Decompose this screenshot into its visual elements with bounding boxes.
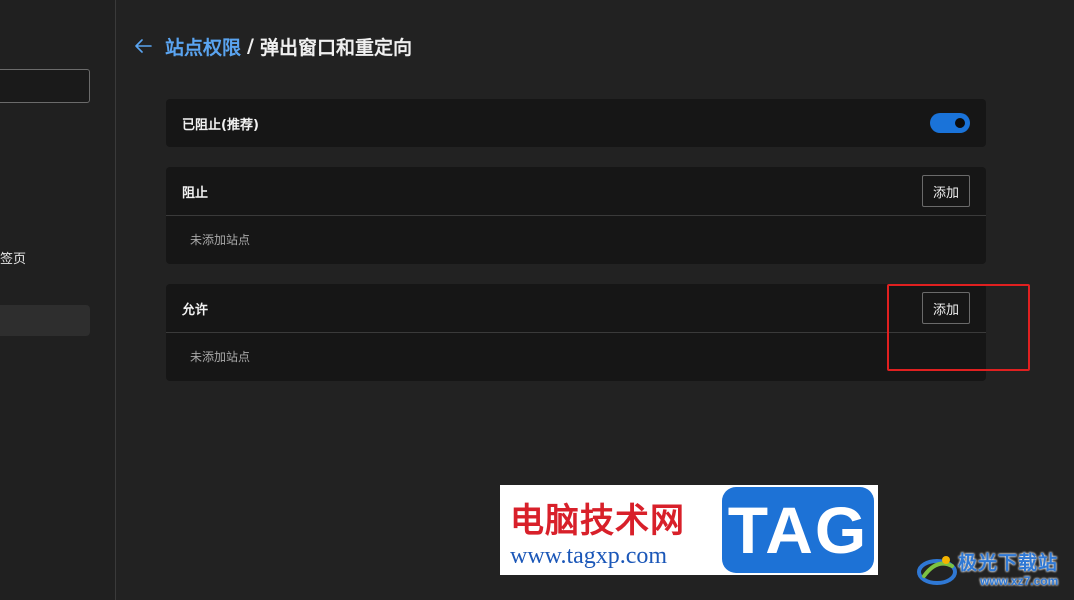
allow-empty-text: 未添加站点 [190, 350, 251, 364]
back-arrow-icon[interactable] [133, 36, 153, 56]
watermark-url: www.tagxp.com [510, 543, 668, 569]
block-empty-text: 未添加站点 [190, 233, 251, 247]
toggle-knob [955, 118, 965, 128]
block-add-button[interactable]: 添加 [922, 175, 970, 207]
page-title: 弹出窗口和重定向 [259, 36, 412, 59]
allow-section-card: 允许 添加 未添加站点 [166, 284, 986, 381]
highlight-annotation-box [887, 284, 1030, 371]
settings-search-input[interactable] [0, 69, 90, 103]
sidebar-item-selected[interactable] [0, 305, 90, 336]
blocked-recommended-label: 已阻止(推荐) [182, 117, 259, 133]
logo-watermark-url: www.xz7.com [980, 574, 1059, 588]
breadcrumb-separator: / [247, 35, 254, 57]
sidebar-item-new-tab-page[interactable]: 签页 [0, 248, 26, 267]
watermark-tag-badge: TAG [722, 487, 874, 573]
logo-watermark-name: 极光下载站 [958, 552, 1059, 574]
aurora-logo-icon [917, 556, 957, 585]
breadcrumb-site-permissions[interactable]: 站点权限 [165, 33, 241, 60]
watermark-site-name: 电脑技术网 [510, 501, 685, 541]
allow-section-title: 允许 [182, 302, 209, 318]
blocked-recommended-toggle[interactable] [930, 113, 970, 133]
logo-watermark: 极光下载站 www.xz7.com [912, 546, 1070, 594]
sidebar: 签页 [0, 0, 116, 600]
block-section-card: 阻止 添加 未添加站点 [166, 167, 986, 264]
breadcrumb: 站点权限 / 弹出窗口和重定向 [133, 32, 412, 60]
blocked-recommended-card: 已阻止(推荐) [166, 99, 986, 147]
block-section-title: 阻止 [182, 185, 209, 201]
